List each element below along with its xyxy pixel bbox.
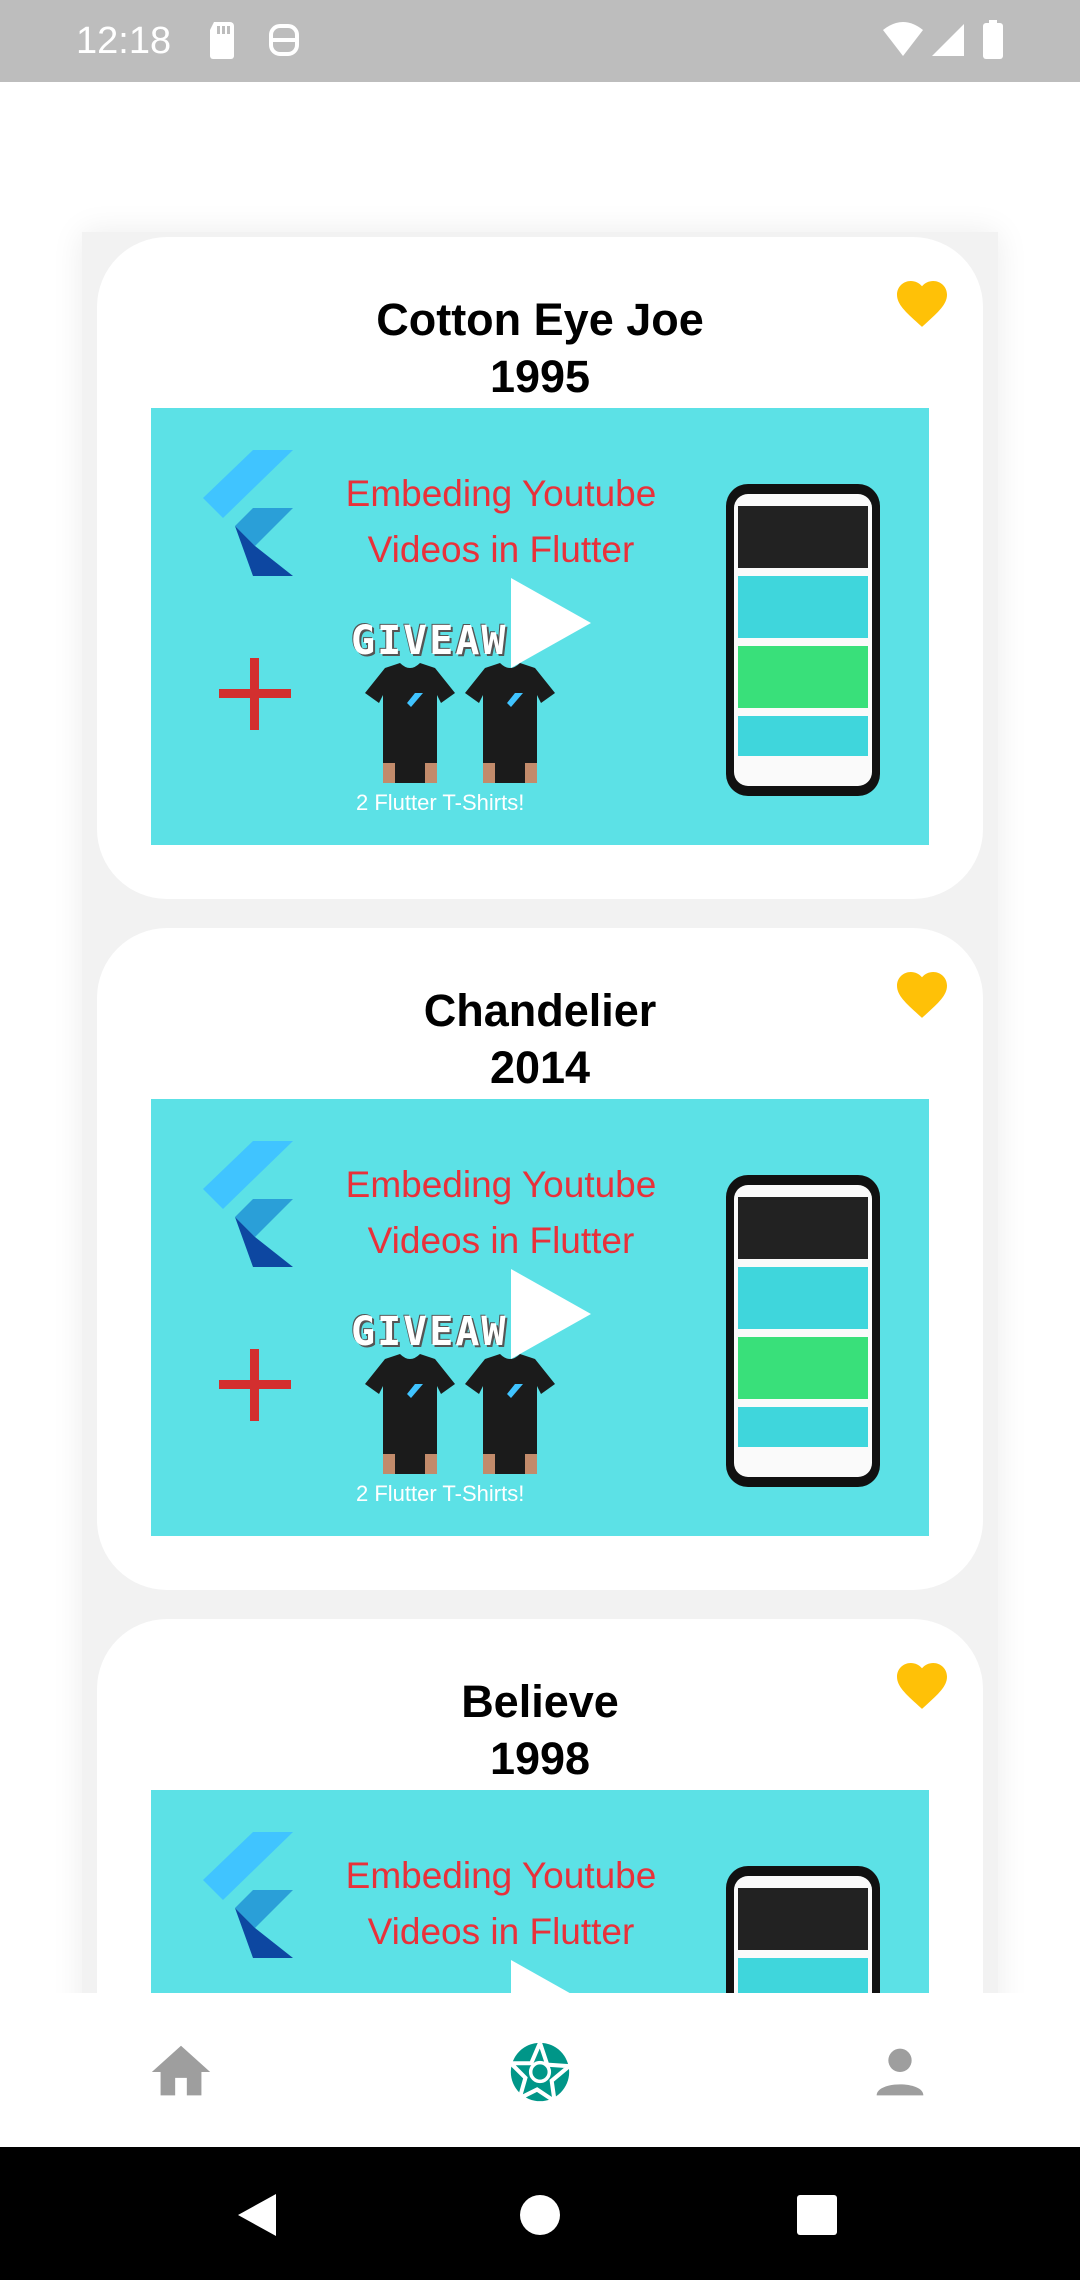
plus-icon <box>219 1349 291 1421</box>
phone-mockup <box>726 1175 880 1487</box>
phone-mockup <box>726 484 880 796</box>
wifi-icon <box>883 22 923 56</box>
recents-icon[interactable] <box>797 2195 837 2235</box>
flutter-logo-icon <box>203 1832 293 1958</box>
plus-icon <box>219 658 291 730</box>
flutter-logo-icon <box>203 450 293 576</box>
heart-icon[interactable] <box>892 964 952 1020</box>
person-icon[interactable] <box>865 2037 935 2107</box>
video-list[interactable]: Cotton Eye Joe 1995 Embeding Youtube Vid… <box>0 82 1080 1993</box>
thumbnail-headline-2: Videos in Flutter <box>367 1911 635 1952</box>
cellular-icon <box>932 24 964 56</box>
thumbnail-headline-2: Videos in Flutter <box>367 529 635 570</box>
camera-aperture-icon[interactable] <box>505 2037 575 2107</box>
song-year: 1998 <box>489 1733 591 1784</box>
back-icon[interactable] <box>236 2192 280 2238</box>
video-thumbnail[interactable]: Embeding Youtube Videos in Flutter GIVEA… <box>151 408 929 845</box>
thumbnail-headline-1: Embeding Youtube <box>345 1855 657 1896</box>
flutter-logo-icon <box>203 1141 293 1267</box>
giveaway-text: GIVEAW <box>351 1309 508 1355</box>
status-bar: 12:18 <box>0 0 1080 82</box>
giveaway-text: GIVEAW <box>351 618 508 664</box>
battery-icon <box>983 20 1003 59</box>
bottom-navigation <box>0 1993 1080 2147</box>
heart-icon[interactable] <box>892 273 952 329</box>
tshirt-icon <box>365 663 455 783</box>
tshirt-icon <box>465 663 555 783</box>
play-icon[interactable] <box>511 1269 591 1359</box>
thumbnail-headline-2: Videos in Flutter <box>367 1220 635 1261</box>
assistant-icon <box>269 24 299 56</box>
thumbnail-headline-1: Embeding Youtube <box>345 473 657 514</box>
phone-mockup <box>726 1866 880 1993</box>
home-button-icon[interactable] <box>519 2194 561 2236</box>
song-title: Believe <box>461 1676 619 1727</box>
video-thumbnail[interactable]: Embeding Youtube Videos in Flutter GIVEA… <box>151 1099 929 1536</box>
tshirts-caption: 2 Flutter T-Shirts! <box>356 790 525 815</box>
video-thumbnail[interactable]: Embeding Youtube Videos in Flutter GIVEA… <box>151 1790 929 1993</box>
system-navigation-bar <box>0 2147 1080 2280</box>
heart-icon[interactable] <box>892 1655 952 1711</box>
play-icon[interactable] <box>511 578 591 668</box>
home-icon[interactable] <box>146 2037 216 2107</box>
song-title: Chandelier <box>423 985 657 1036</box>
video-card-2[interactable]: Chandelier 2014 Embeding Youtube Videos … <box>97 928 983 1590</box>
song-year: 2014 <box>489 1042 591 1093</box>
tshirts-caption: 2 Flutter T-Shirts! <box>356 1481 525 1506</box>
sd-card-icon <box>210 22 234 59</box>
thumbnail-headline-1: Embeding Youtube <box>345 1164 657 1205</box>
tshirt-icon <box>465 1354 555 1474</box>
song-title: Cotton Eye Joe <box>376 294 704 345</box>
status-time: 12:18 <box>76 20 172 62</box>
video-card-1[interactable]: Cotton Eye Joe 1995 Embeding Youtube Vid… <box>97 237 983 899</box>
song-year: 1995 <box>489 351 591 402</box>
tshirt-icon <box>365 1354 455 1474</box>
play-icon[interactable] <box>511 1960 591 1993</box>
video-card-3[interactable]: Believe 1998 Embeding Youtube Videos in … <box>97 1619 983 1993</box>
